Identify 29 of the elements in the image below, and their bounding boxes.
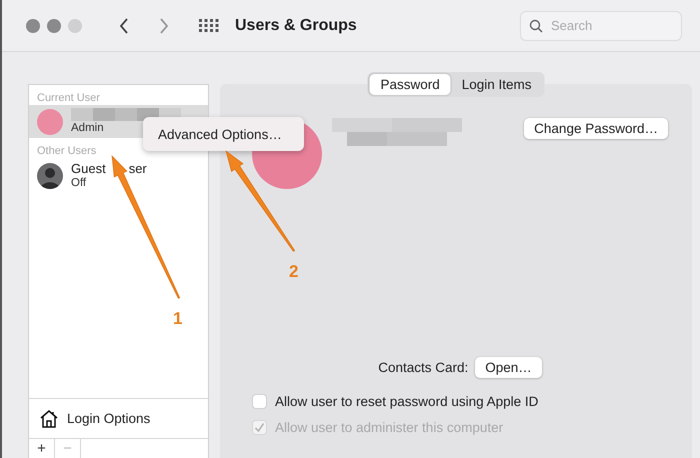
checkbox[interactable] (252, 394, 267, 408)
back-icon[interactable] (119, 16, 129, 34)
avatar (37, 108, 63, 134)
close-icon[interactable] (26, 18, 40, 32)
change-password-button[interactable]: Change Password… (524, 118, 668, 139)
search-input[interactable]: Search (549, 17, 669, 34)
contacts-card-label: Contacts Card: (378, 360, 468, 375)
user-name: Guest (71, 161, 106, 176)
open-button[interactable]: Open… (475, 357, 542, 378)
search-icon (529, 18, 543, 32)
section-heading: Other Users (36, 144, 98, 158)
checkbox-label: Allow user to reset password using Apple ID (275, 394, 538, 408)
grid-icon[interactable] (199, 18, 219, 32)
section-heading: Current User (36, 91, 101, 105)
annotation-number: 1 (173, 309, 182, 329)
annotation-number: 2 (289, 262, 298, 282)
house-icon (39, 409, 59, 428)
user-status: Off (71, 176, 88, 190)
window-title: Users & Groups (235, 16, 357, 34)
forward-icon[interactable] (159, 16, 169, 34)
user-row[interactable]: Guest ser Off (29, 158, 208, 193)
tab[interactable]: Login Items (450, 74, 543, 95)
tab[interactable]: Password (369, 74, 451, 95)
checkbox-label: Allow user to administer this computer (275, 420, 504, 434)
search-field[interactable]: Search (520, 10, 682, 40)
minimize-icon[interactable] (47, 18, 61, 32)
user-name: ser (128, 161, 147, 176)
login-options-link[interactable]: Login Options (67, 411, 150, 426)
person-icon (37, 162, 63, 188)
